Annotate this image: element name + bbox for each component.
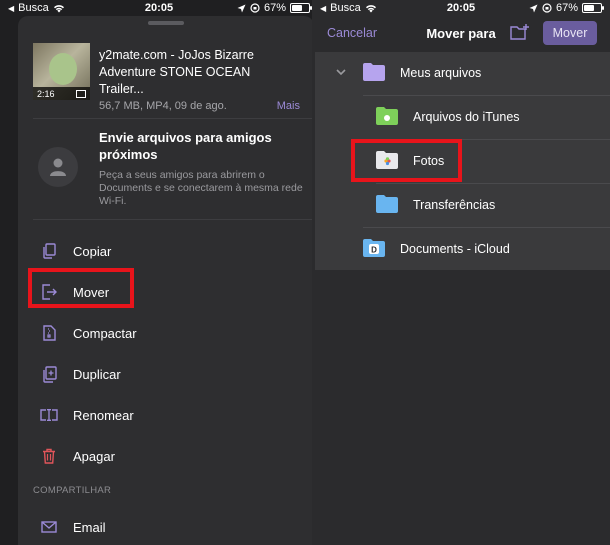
folder-icon (376, 195, 398, 213)
battery-icon (582, 3, 604, 13)
delete-button[interactable]: Apagar (33, 436, 303, 476)
battery-label: 67% (263, 2, 286, 14)
folder-icloud[interactable]: D Documents - iCloud (315, 228, 610, 272)
file-title: y2mate.com - JoJos Bizarre Adventure STO… (99, 48, 254, 96)
trash-icon (39, 446, 59, 466)
email-label: Email (73, 519, 106, 535)
person-icon (50, 158, 66, 176)
nearby-share[interactable]: Envie arquivos para amigos próximos Peça… (33, 129, 303, 229)
nearby-title: Envie arquivos para amigos próximos (99, 130, 272, 162)
icloud-documents-icon: D (363, 239, 385, 257)
folder-icon (363, 63, 385, 81)
chevron-down-icon[interactable] (335, 66, 347, 78)
avatar (38, 147, 78, 187)
more-link[interactable]: Mais (277, 100, 300, 112)
move-confirm-button[interactable]: Mover (543, 21, 597, 45)
highlight-move (28, 268, 134, 308)
compress-button[interactable]: Compactar (33, 313, 303, 353)
highlight-photos (351, 139, 462, 182)
folder-my-files[interactable]: Meus arquivos (315, 52, 610, 96)
duplicate-button[interactable]: Duplicar (33, 354, 303, 394)
file-info: 2:16 y2mate.com - JoJos Bizarre Adventur… (33, 43, 304, 115)
rotation-lock-icon (250, 3, 260, 13)
copy-icon (39, 241, 59, 261)
rotation-lock-icon (542, 3, 552, 13)
status-bar: ◀ Busca 20:05 67% (0, 0, 318, 16)
status-bar: ◀ Busca 20:05 67% (312, 0, 610, 16)
divider (33, 118, 314, 119)
nearby-description: Peça a seus amigos para abrirem o Docume… (99, 169, 303, 207)
divider (33, 219, 314, 220)
battery-label: 67% (555, 2, 578, 14)
share-section-header: COMPARTILHAR (33, 485, 112, 496)
copy-label: Copiar (73, 243, 112, 259)
video-camera-icon (76, 89, 86, 98)
folder-itunes[interactable]: Arquivos do iTunes (315, 96, 610, 140)
mail-icon (39, 517, 59, 537)
video-duration: 2:16 (37, 88, 55, 99)
move-navbar: Cancelar Mover para Mover (312, 16, 610, 52)
rename-icon (39, 405, 59, 425)
folder-label: Transferências (413, 198, 496, 212)
folder-label: Documents - iCloud (400, 242, 510, 256)
compress-label: Compactar (73, 325, 137, 341)
right-screenshot: ◀ Busca 20:05 67% Cancelar Mover para Mo… (312, 0, 610, 545)
action-sheet: 2:16 y2mate.com - JoJos Bizarre Adventur… (18, 16, 314, 545)
status-right: 67% (529, 2, 604, 14)
delete-label: Apagar (73, 448, 115, 464)
rename-button[interactable]: Renomear (33, 395, 303, 435)
file-meta: 56,7 MB, MP4, 09 de ago. (99, 100, 227, 112)
folder-label: Meus arquivos (400, 66, 482, 80)
folder-downloads[interactable]: Transferências (315, 184, 610, 228)
location-icon (529, 4, 538, 12)
status-right: 67% (237, 2, 312, 14)
email-button[interactable]: Email (33, 507, 303, 545)
copy-button[interactable]: Copiar (33, 231, 303, 271)
location-icon (237, 4, 246, 12)
video-thumbnail: 2:16 (33, 43, 90, 100)
itunes-folder-icon (376, 107, 398, 125)
svg-text:D: D (371, 246, 377, 255)
battery-icon (290, 3, 312, 13)
left-screenshot: ◀ Busca 20:05 67% 2:16 y2mate.com - JoJo… (0, 0, 318, 545)
rename-label: Renomear (73, 407, 134, 423)
new-folder-icon[interactable] (510, 23, 530, 41)
sheet-grabber[interactable] (148, 21, 184, 25)
duplicate-label: Duplicar (73, 366, 121, 382)
zip-icon (39, 323, 59, 343)
folder-label: Arquivos do iTunes (413, 110, 520, 124)
duplicate-icon (39, 364, 59, 384)
